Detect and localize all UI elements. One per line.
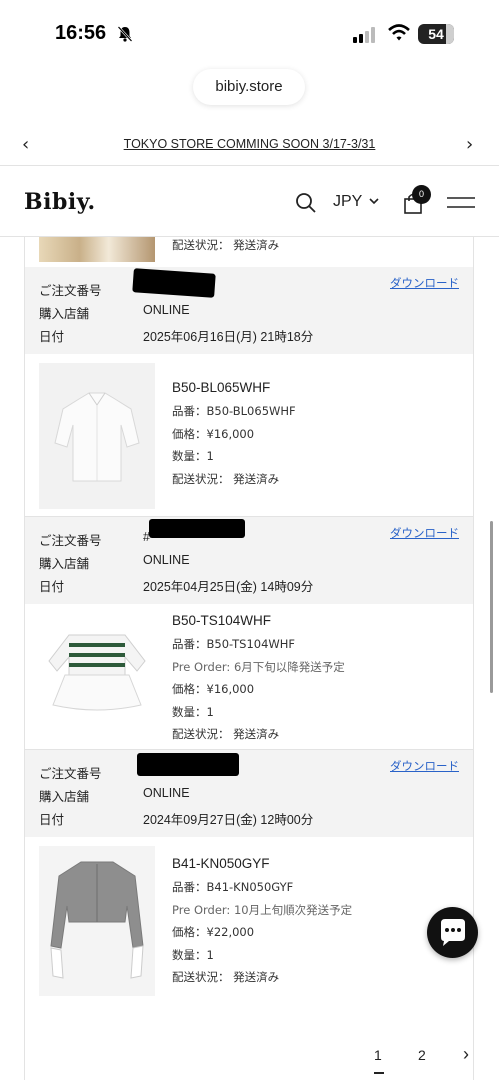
order-item: B50-BL065WHF 品番：B50-BL065WHF 価格：¥16,000 …: [25, 354, 473, 517]
menu-icon[interactable]: [447, 195, 475, 211]
product-image[interactable]: [39, 613, 155, 729]
download-link[interactable]: ダウンロード: [390, 275, 459, 291]
preorder-note: Pre Order: 6月下旬以降発送予定: [172, 659, 345, 674]
site-header: Bibiy. JPY 0: [0, 167, 499, 237]
product-price: 価格：¥22,000: [172, 925, 255, 939]
preorder-note: Pre Order: 10月上旬順次発送予定: [172, 902, 353, 917]
wifi-icon: [388, 24, 410, 41]
store-value: ONLINE: [143, 303, 190, 317]
product-sku: 品番：B50-BL065WHF: [172, 404, 296, 418]
order-number-label: ご注文番号: [39, 766, 102, 781]
chat-bubble-icon: [441, 919, 465, 946]
product-name[interactable]: B50-TS104WHF: [172, 613, 345, 628]
download-link[interactable]: ダウンロード: [390, 525, 459, 541]
product-quantity: 数量：1: [172, 449, 214, 463]
date-value: 2025年06月16日(月) 21時18分: [143, 330, 314, 344]
order-card: ご注文番号 ダウンロード 購入店舗 ONLINE 日付 2024年09月27日(…: [25, 750, 473, 1017]
product-sku: 品番：B41-KN050GYF: [172, 880, 294, 894]
shipping-status: 配送状況： 発送済み: [172, 727, 280, 741]
site-logo[interactable]: Bibiy.: [24, 189, 96, 215]
next-page-button[interactable]: ›: [463, 1044, 469, 1065]
store-value: ONLINE: [143, 786, 190, 800]
page-1-button[interactable]: 1: [374, 1047, 382, 1063]
shipping-status: 配送状況： 発送済み: [172, 970, 280, 984]
order-history: 配送状況： 発送済み ご注文番号 # ダウンロード 購入店舗 ONLINE 日付…: [24, 237, 474, 1080]
product-name[interactable]: B50-BL065WHF: [172, 380, 296, 395]
order-number-label: ご注文番号: [39, 533, 102, 548]
order-header: ご注文番号 # ダウンロード 購入店舗 ONLINE 日付 2025年06月16…: [25, 267, 473, 354]
store-label: 購入店舗: [39, 789, 90, 804]
previous-order-item: 配送状況： 発送済み: [25, 237, 473, 267]
product-price: 価格：¥16,000: [172, 426, 255, 441]
battery-icon: 54: [418, 24, 454, 44]
chevron-down-icon[interactable]: [369, 198, 379, 205]
battery-level: 54: [428, 26, 444, 42]
product-quantity: 数量：1: [172, 704, 214, 719]
search-icon[interactable]: [295, 192, 317, 214]
product-image[interactable]: [39, 846, 155, 996]
store-label: 購入店舗: [39, 556, 90, 571]
signal-icon: [353, 27, 375, 43]
redaction-mark: [149, 519, 245, 538]
product-sku: 品番：B50-TS104WHF: [172, 637, 296, 651]
date-value: 2025年04月25日(金) 14時09分: [143, 580, 314, 594]
order-item: B41-KN050GYF 品番：B41-KN050GYF Pre Order: …: [25, 837, 473, 1017]
url-bar[interactable]: bibiy.store: [193, 69, 305, 105]
store-value: ONLINE: [143, 553, 190, 567]
current-page-indicator: [374, 1072, 384, 1074]
shipping-status: 配送状況： 発送済み: [172, 471, 280, 486]
chat-button[interactable]: [427, 907, 478, 958]
date-label: 日付: [39, 579, 65, 594]
order-item: B50-TS104WHF 品番：B50-TS104WHF Pre Order: …: [25, 604, 473, 750]
announcement-next-button[interactable]: ›: [466, 134, 473, 155]
scrollbar[interactable]: [490, 521, 493, 693]
status-bar: 16:56 54: [0, 0, 499, 62]
product-name[interactable]: B41-KN050GYF: [172, 856, 352, 871]
date-value: 2024年09月27日(金) 12時00分: [143, 813, 314, 827]
announcement-text[interactable]: TOKYO STORE COMMING SOON 3/17-3/31: [0, 137, 499, 151]
product-image[interactable]: [39, 237, 155, 262]
product-quantity: 数量：1: [172, 947, 214, 962]
order-header: ご注文番号 # ダウンロード 購入店舗 ONLINE 日付 2025年04月25…: [25, 517, 473, 604]
download-link[interactable]: ダウンロード: [390, 758, 459, 774]
currency-selector[interactable]: JPY: [333, 193, 362, 211]
order-card: ご注文番号 # ダウンロード 購入店舗 ONLINE 日付 2025年04月25…: [25, 517, 473, 750]
product-price: 価格：¥16,000: [172, 682, 255, 696]
page-2-button[interactable]: 2: [418, 1047, 426, 1063]
date-label: 日付: [39, 329, 65, 344]
shipping-status: 配送状況： 発送済み: [172, 238, 280, 252]
date-label: 日付: [39, 812, 65, 827]
status-time: 16:56: [55, 22, 107, 44]
bell-muted-icon: [117, 26, 133, 42]
announcement-bar: ‹ TOKYO STORE COMMING SOON 3/17-3/31 ›: [0, 124, 499, 166]
redaction-mark: [137, 753, 239, 776]
pagination: 1 2 ›: [0, 1040, 499, 1080]
store-label: 購入店舗: [39, 306, 90, 321]
cart-count-badge: 0: [412, 185, 431, 204]
order-number-label: ご注文番号: [39, 283, 102, 298]
order-card: ご注文番号 # ダウンロード 購入店舗 ONLINE 日付 2025年06月16…: [25, 267, 473, 517]
order-header: ご注文番号 ダウンロード 購入店舗 ONLINE 日付 2024年09月27日(…: [25, 750, 473, 837]
product-image[interactable]: [39, 363, 155, 509]
